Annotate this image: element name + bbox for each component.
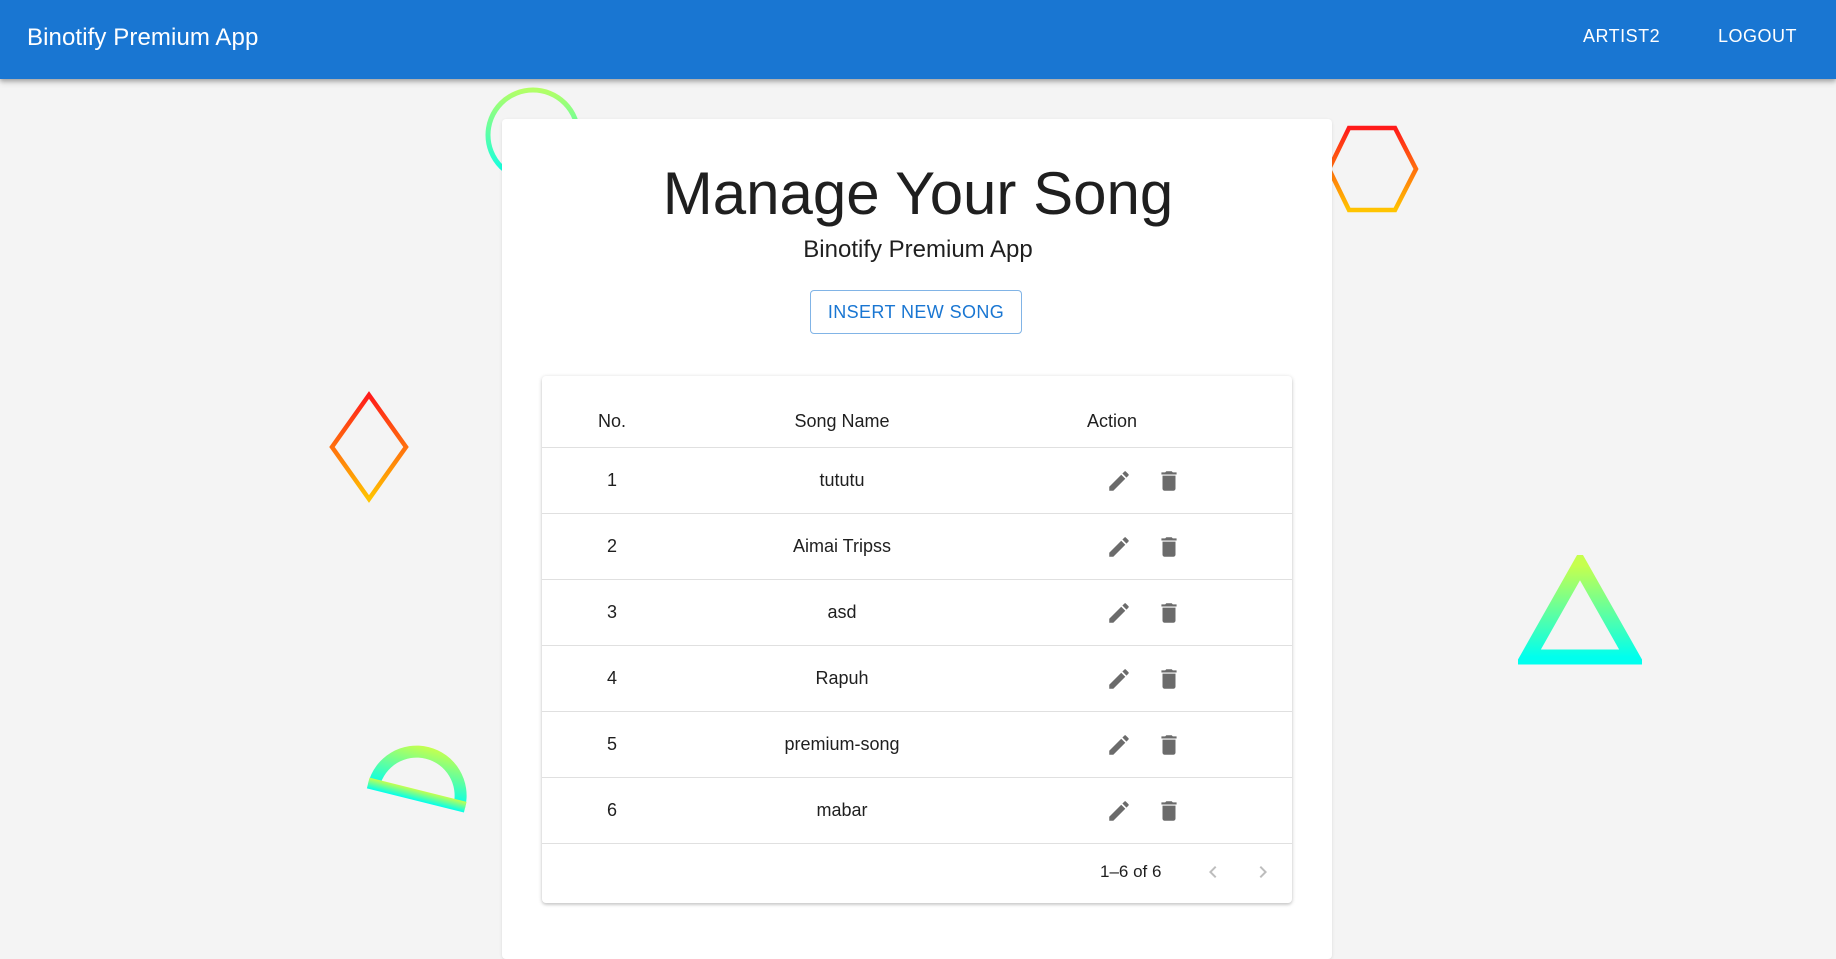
row-number: 4 <box>606 668 617 688</box>
trash-icon[interactable] <box>1155 599 1183 627</box>
pagination-info: 1–6 of 6 <box>1100 862 1162 881</box>
table-row: 4 Rapuh <box>542 646 1292 712</box>
row-number: 2 <box>606 536 617 556</box>
trash-icon[interactable] <box>1155 665 1183 693</box>
row-number: 1 <box>606 470 617 490</box>
trash-icon[interactable] <box>1155 731 1183 759</box>
trash-icon[interactable] <box>1155 533 1183 561</box>
song-name: mabar <box>816 800 868 820</box>
app-title: Binotify Premium App <box>27 24 259 51</box>
column-header-song-name: Song Name <box>794 411 890 431</box>
pencil-icon[interactable] <box>1105 665 1133 693</box>
song-name: tututu <box>819 470 865 490</box>
table-row: 6 mabar <box>542 778 1292 844</box>
pencil-icon[interactable] <box>1105 599 1133 627</box>
song-name: asd <box>827 602 857 622</box>
table-pagination: 1–6 of 6 <box>542 844 1292 903</box>
row-number: 3 <box>606 602 617 622</box>
song-name: Aimai Tripss <box>792 536 891 556</box>
trash-icon[interactable] <box>1155 797 1183 825</box>
page-subtitle: Binotify Premium App <box>803 236 1033 263</box>
page-title: Manage Your Song <box>662 160 1174 227</box>
insert-new-song-button[interactable]: INSERT NEW SONG <box>810 290 1022 334</box>
artist-nav-button[interactable]: ARTIST2 <box>1583 26 1660 47</box>
column-header-no: No. <box>597 411 626 431</box>
triangle-icon <box>1518 555 1642 665</box>
chevron-right-icon[interactable] <box>1249 858 1277 886</box>
column-header-action: Action <box>1086 411 1138 431</box>
table-row: 5 premium-song <box>542 712 1292 778</box>
song-name: Rapuh <box>815 668 869 688</box>
table-header: No. Song Name Action <box>542 394 1292 448</box>
app-bar: Binotify Premium App ARTIST2 LOGOUT <box>0 0 1836 79</box>
diamond-icon <box>329 391 409 503</box>
trash-icon[interactable] <box>1155 467 1183 495</box>
semicircle-icon <box>366 745 467 813</box>
pencil-icon[interactable] <box>1105 731 1133 759</box>
logout-button[interactable]: LOGOUT <box>1718 26 1797 47</box>
row-number: 6 <box>606 800 617 820</box>
song-name: premium-song <box>784 734 900 754</box>
pencil-icon[interactable] <box>1105 467 1133 495</box>
songs-table: No. Song Name Action 1 tututu 2 Aimai Tr… <box>542 376 1292 903</box>
table-row: 2 Aimai Tripss <box>542 514 1292 580</box>
pencil-icon[interactable] <box>1105 533 1133 561</box>
row-number: 5 <box>606 734 617 754</box>
table-row: 1 tututu <box>542 448 1292 514</box>
pencil-icon[interactable] <box>1105 797 1133 825</box>
chevron-left-icon[interactable] <box>1199 858 1227 886</box>
table-row: 3 asd <box>542 580 1292 646</box>
